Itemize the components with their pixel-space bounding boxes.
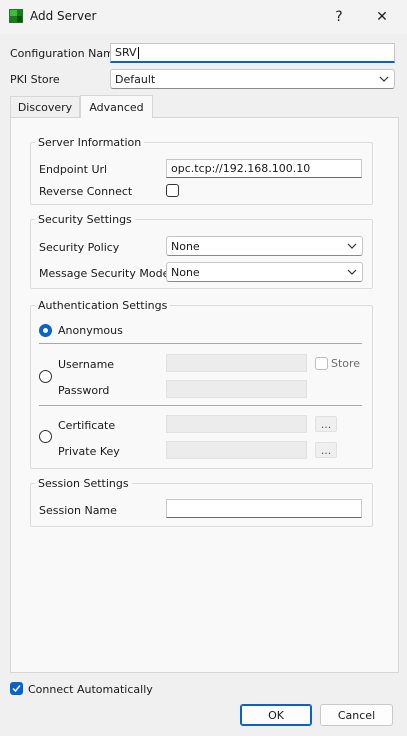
session-name-label: Session Name <box>39 504 117 517</box>
private-key-label: Private Key <box>58 445 120 458</box>
auth-separator <box>39 405 362 406</box>
store-label: Store <box>331 357 361 370</box>
reverse-connect-label: Reverse Connect <box>39 185 133 198</box>
connect-automatically-checkbox[interactable] <box>10 682 23 695</box>
endpoint-url-value: opc.tcp://192.168.100.10 <box>171 162 311 175</box>
store-checkbox[interactable] <box>315 357 328 370</box>
text-caret <box>137 46 139 59</box>
window-title: Add Server <box>30 9 97 23</box>
username-input[interactable] <box>166 354 307 372</box>
message-security-mode-label: Message Security Mode <box>39 267 170 280</box>
message-security-mode-select[interactable]: None <box>166 262 363 282</box>
chevron-down-icon <box>379 76 389 82</box>
authentication-settings-title: Authentication Settings <box>35 299 171 312</box>
password-label: Password <box>58 384 110 397</box>
username-radio[interactable] <box>39 370 52 383</box>
ok-button[interactable]: OK <box>240 704 312 726</box>
pki-store-value: Default <box>115 72 156 86</box>
endpoint-url-label: Endpoint Url <box>39 163 108 176</box>
close-button[interactable]: ✕ <box>365 3 399 31</box>
tab-advanced[interactable]: Advanced <box>80 95 153 118</box>
password-input[interactable] <box>166 380 307 398</box>
tab-discovery-label: Discovery <box>17 100 73 114</box>
session-name-input[interactable] <box>166 499 362 518</box>
private-key-input[interactable] <box>166 441 307 459</box>
config-name-input[interactable]: SRV <box>110 43 395 63</box>
security-policy-value: None <box>171 239 200 253</box>
chevron-down-icon <box>347 269 357 275</box>
cancel-button[interactable]: Cancel <box>320 704 393 726</box>
certificate-input[interactable] <box>166 415 307 433</box>
anonymous-label: Anonymous <box>58 324 123 337</box>
endpoint-url-input[interactable]: opc.tcp://192.168.100.10 <box>166 159 362 178</box>
browse-certificate-button[interactable]: ... <box>315 416 337 432</box>
browse-private-key-button[interactable]: ... <box>315 442 337 458</box>
security-policy-select[interactable]: None <box>166 236 363 256</box>
server-information-title: Server Information <box>35 136 145 149</box>
security-policy-label: Security Policy <box>39 241 120 254</box>
certificate-label: Certificate <box>58 419 116 432</box>
pki-store-label: PKI Store <box>10 73 60 86</box>
chevron-down-icon <box>347 243 357 249</box>
auth-separator <box>39 343 362 344</box>
config-name-label: Configuration Name <box>10 47 121 60</box>
checkmark-icon <box>12 685 21 693</box>
app-icon <box>9 9 23 23</box>
anonymous-radio[interactable] <box>39 324 52 337</box>
tab-advanced-label: Advanced <box>89 100 144 114</box>
reverse-connect-checkbox[interactable] <box>166 184 179 197</box>
connect-automatically-label: Connect Automatically <box>28 683 153 696</box>
pki-store-select[interactable]: Default <box>110 69 395 89</box>
config-name-value: SRV <box>115 46 137 59</box>
help-button[interactable]: ? <box>322 3 356 31</box>
username-label: Username <box>58 358 115 371</box>
session-settings-title: Session Settings <box>35 477 132 490</box>
message-security-mode-value: None <box>171 265 200 279</box>
certificate-radio[interactable] <box>39 430 52 443</box>
security-settings-title: Security Settings <box>35 213 135 226</box>
tab-discovery[interactable]: Discovery <box>10 96 80 117</box>
